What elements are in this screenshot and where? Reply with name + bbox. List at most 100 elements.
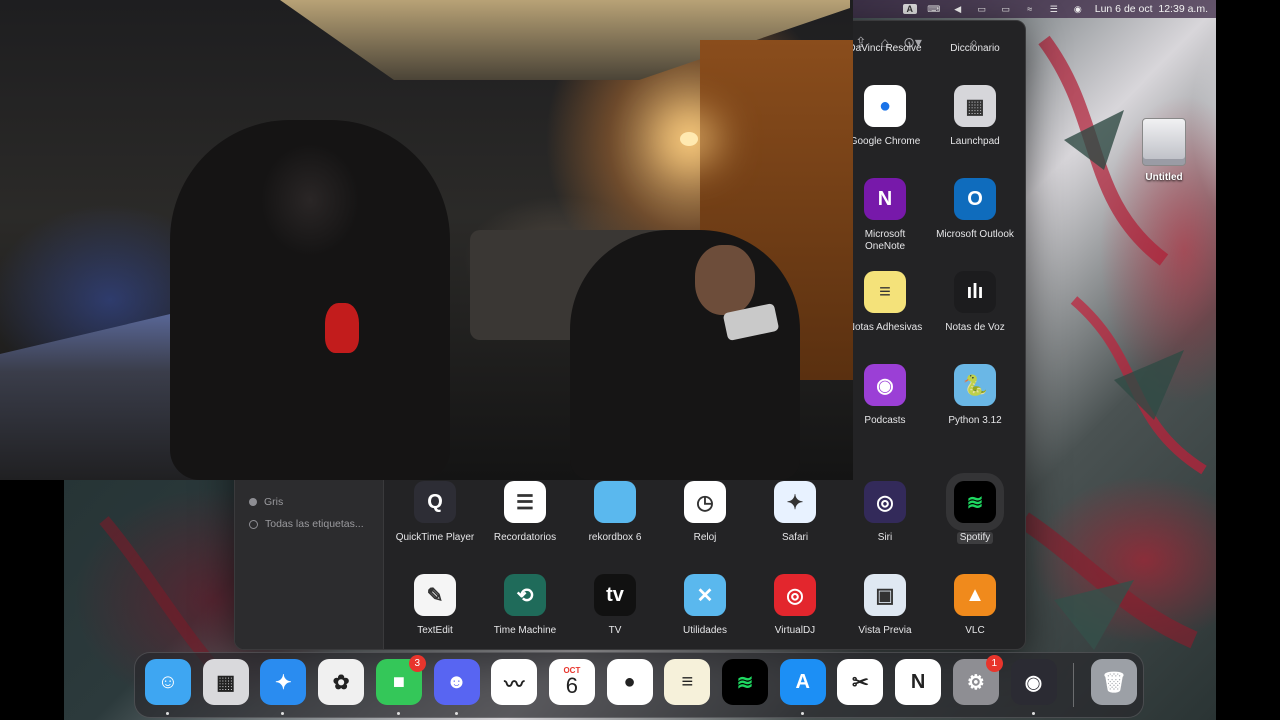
chrome-icon: ● [864, 85, 906, 127]
app-item[interactable]: ◉ Podcasts [840, 364, 930, 427]
app-name: Notas de Voz [945, 322, 1005, 333]
all-tags-icon [249, 519, 258, 529]
app-item[interactable]: ☰ Recordatorios [480, 481, 570, 544]
dock-freeform-icon[interactable]: 〰 [491, 659, 538, 705]
dock-divider [1073, 663, 1074, 707]
dock-discord-icon[interactable]: ☻ [433, 659, 480, 705]
sidebar-tag-all[interactable]: Todas las etiquetas... [249, 518, 364, 530]
desktop-drive[interactable]: Untitled [1138, 118, 1190, 183]
sidebar-tag-gris[interactable]: Gris [249, 496, 283, 508]
app-item[interactable]: ⟲ Time Machine [480, 574, 570, 637]
dock-safari-icon[interactable]: ✦ [260, 659, 307, 705]
dock-calendar-icon[interactable]: OCT 6 [548, 659, 595, 705]
dock-app-store-icon[interactable]: A [779, 659, 826, 705]
dock-launchpad-icon[interactable]: ▦ [202, 659, 249, 705]
dock-system-settings-icon[interactable]: ⚙ 1 [952, 655, 1003, 705]
app-name: VirtualDJ [774, 625, 816, 636]
app-item[interactable]: O Microsoft Outlook [930, 178, 1020, 241]
app-item[interactable]: 🐍 Python 3.12 [930, 364, 1020, 427]
dock-obs-icon[interactable]: ◉ [1010, 659, 1057, 705]
notification-badge: 3 [408, 655, 426, 672]
app-item[interactable]: ◎ VirtualDJ [750, 574, 840, 637]
app-item[interactable]: DaVinci Resolve [840, 21, 930, 55]
vlc-icon: ▲ [954, 574, 996, 616]
app-name: Podcasts [864, 415, 906, 426]
webcam-person-left [170, 120, 450, 480]
battery-icon[interactable]: ▭ [999, 4, 1013, 14]
preview-icon: ▣ [864, 574, 906, 616]
input-source-indicator[interactable]: A [902, 4, 917, 14]
app-name: Spotify [956, 532, 994, 544]
app-item[interactable]: ≋ Spotify [930, 473, 1020, 545]
external-drive-icon [1142, 118, 1186, 166]
app-item[interactable]: ▣ Vista Previa [840, 574, 930, 637]
app-name: Google Chrome [849, 136, 921, 147]
volume-icon[interactable]: ◀ [951, 4, 965, 14]
running-indicator [1031, 712, 1035, 715]
app-name: Utilidades [683, 625, 727, 636]
calendar-day-label: 6 [565, 673, 578, 698]
app-name: Time Machine [493, 625, 557, 636]
voice-memos-icon: ılı [954, 271, 996, 313]
textedit-icon: ✎ [414, 574, 456, 616]
app-name: Diccionario [950, 43, 1000, 54]
app-item[interactable]: Diccionario [930, 21, 1020, 55]
app-name: Safari [781, 532, 809, 543]
app-name: TextEdit [417, 625, 453, 636]
app-item[interactable]: ✕ Utilidades [660, 574, 750, 637]
app-name: TV [608, 625, 622, 636]
notification-badge: 1 [985, 655, 1003, 672]
app-name: Launchpad [950, 136, 1000, 147]
app-name: Recordatorios [493, 532, 557, 543]
drive-label: Untitled [1145, 172, 1183, 183]
webcam-overlay [0, 0, 853, 480]
dock: ☺ ▦ ✦ ✿ ■ 3 ☻ 〰 OCT 6 ● ≡ ≋ A ✂ N ⚙ 1 ◉ 🗑 [134, 652, 1144, 718]
app-item[interactable]: N Microsoft OneNote [840, 178, 930, 253]
spotify-icon: ≋ [946, 473, 1004, 531]
dock-facetime-icon[interactable]: ■ 3 [375, 655, 426, 705]
app-item[interactable]: tv TV [570, 574, 660, 637]
airplay-icon[interactable]: ▭ [975, 4, 989, 14]
outlook-icon: O [954, 178, 996, 220]
app-name: Notas Adhesivas [847, 322, 923, 333]
app-item[interactable]: ✦ Safari [750, 481, 840, 544]
app-item[interactable]: ◎ Siri [840, 481, 930, 544]
wifi-icon[interactable]: ≈ [1023, 4, 1037, 14]
webcam-lamp [680, 132, 698, 146]
app-name: Siri [877, 532, 893, 543]
sidebar-tag-label: Gris [264, 496, 284, 508]
dock-finder-icon[interactable]: ☺ [145, 659, 191, 705]
app-item[interactable]: ✎ TextEdit [390, 574, 480, 637]
webcam-person-right [570, 230, 800, 480]
app-item[interactable]: ▲ VLC [930, 574, 1020, 637]
app-item[interactable]: ▦ Launchpad [930, 85, 1020, 148]
dock-notion-icon[interactable]: N [895, 659, 942, 705]
keyboard-icon[interactable]: ⌨ [927, 4, 941, 14]
app-item[interactable]: ◷ Reloj [660, 481, 750, 544]
siri-icon[interactable]: ◉ [1071, 4, 1085, 14]
control-center-icon[interactable]: ☰ [1047, 4, 1061, 14]
app-name: DaVinci Resolve [848, 43, 922, 54]
onenote-icon: N [864, 178, 906, 220]
clock-icon: ◷ [684, 481, 726, 523]
dock-notes-icon[interactable]: ≡ [664, 659, 711, 705]
app-item[interactable]: ılı Notas de Voz [930, 271, 1020, 334]
dock-chrome-icon[interactable]: ● [606, 659, 653, 705]
gray-tag-icon [249, 498, 257, 506]
dock-photos-icon[interactable]: ✿ [318, 659, 365, 705]
app-item[interactable]: ≡ Notas Adhesivas [840, 271, 930, 334]
menubar-clock[interactable]: Lun 6 de oct 12:39 a.m. [1095, 3, 1208, 15]
app-item[interactable]: ● Google Chrome [840, 85, 930, 148]
reminders-icon: ☰ [504, 481, 546, 523]
dock-trash-icon[interactable]: 🗑 [1091, 659, 1137, 705]
app-name: Microsoft Outlook [936, 229, 1014, 240]
running-indicator [800, 712, 804, 715]
app-item[interactable]: rekordbox 6 [570, 481, 660, 544]
virtualdj-icon: ◎ [774, 574, 816, 616]
app-item[interactable]: Q QuickTime Player [390, 481, 480, 544]
dock-spotify-icon[interactable]: ≋ [722, 659, 768, 705]
running-indicator [396, 712, 400, 715]
app-name: Python 3.12 [948, 415, 1002, 426]
dock-capcut-icon[interactable]: ✂ [837, 659, 884, 705]
apple-tv-icon: tv [594, 574, 636, 616]
